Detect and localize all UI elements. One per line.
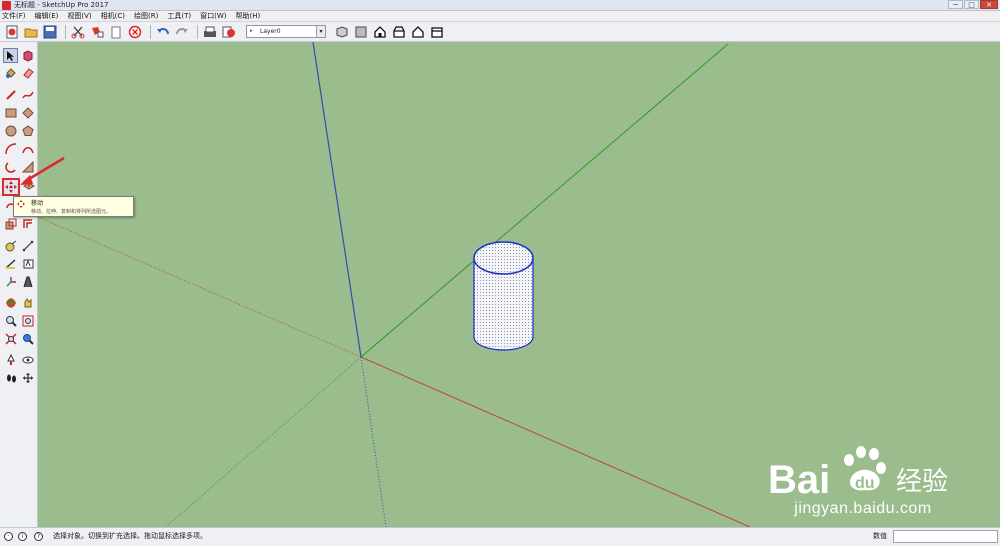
text-tool-icon[interactable] [20, 256, 35, 271]
tooltip-description: 移动、拉伸、复制和排列所选图元。 [31, 209, 112, 215]
minimize-button[interactable]: ─ [948, 0, 963, 9]
orbit-tool-icon[interactable] [3, 295, 18, 310]
offset-tool-icon[interactable] [20, 216, 35, 231]
layer-value: Layer0 [260, 28, 281, 35]
sketchup-app-icon [2, 1, 11, 10]
save-icon[interactable] [42, 24, 58, 40]
red-axis [360, 356, 751, 527]
menu-tools[interactable]: 工具(T) [167, 11, 191, 21]
svg-text:Bai: Bai [768, 458, 830, 500]
new-file-icon[interactable] [4, 24, 20, 40]
top-view-icon[interactable] [353, 24, 369, 40]
paste-icon[interactable] [108, 24, 124, 40]
annotation-arrow [20, 156, 65, 185]
look-around-icon[interactable] [20, 352, 35, 367]
3d-text-icon[interactable] [20, 274, 35, 289]
menu-edit[interactable]: 编辑(E) [35, 11, 59, 21]
pan-tool-icon[interactable] [20, 295, 35, 310]
cylinder[interactable] [473, 241, 534, 351]
iso-view-icon[interactable] [334, 24, 350, 40]
maximize-button[interactable]: □ [964, 0, 979, 9]
left-view-icon[interactable] [429, 24, 445, 40]
zoom-window-icon[interactable] [20, 313, 35, 328]
position-camera-icon[interactable] [3, 352, 18, 367]
freehand-tool-icon[interactable] [20, 87, 35, 102]
paint-bucket-icon[interactable] [3, 65, 18, 80]
blue-axis [312, 42, 362, 358]
select-tool-icon[interactable] [3, 48, 18, 63]
previous-view-icon[interactable] [20, 331, 35, 346]
menu-draw[interactable]: 绘图(R) [134, 11, 158, 21]
baidu-paw-logo: Bai du 经验 [768, 446, 948, 500]
main-toolbar: ▸ Layer0 ▾ [0, 22, 1000, 42]
pencil-icon: ▸ [250, 28, 253, 34]
tape-measure-icon[interactable] [3, 238, 18, 253]
measurements-label: 数值 [873, 532, 887, 540]
cylinder-top [473, 241, 534, 275]
make-component-icon[interactable] [20, 48, 35, 63]
zoom-tool-icon[interactable] [3, 313, 18, 328]
eraser-icon[interactable] [20, 65, 35, 80]
tooltip-title: 移动 [31, 200, 44, 207]
redo-icon[interactable] [174, 24, 190, 40]
status-message: 选择对象。切换到扩充选择。拖动鼠标选择多项。 [53, 532, 207, 540]
watermark-url: jingyan.baidu.com [794, 500, 932, 517]
window-title: 无标题 - SketchUp Pro 2017 [14, 1, 109, 9]
layer-dropdown[interactable]: ▸ Layer0 ▾ [246, 25, 326, 38]
right-view-icon[interactable] [391, 24, 407, 40]
rotated-rectangle-icon[interactable] [20, 105, 35, 120]
polygon-tool-icon[interactable] [20, 123, 35, 138]
circle-tool-icon[interactable] [3, 123, 18, 138]
walk-tool-icon[interactable] [3, 370, 18, 385]
window-controls: ─ □ ✕ [947, 0, 998, 10]
zoom-extents-icon[interactable] [3, 331, 18, 346]
front-view-icon[interactable] [372, 24, 388, 40]
model-info-icon[interactable] [221, 24, 237, 40]
measurements-input[interactable] [893, 530, 998, 543]
red-axis-negative [38, 216, 362, 358]
help-icon[interactable]: ? [34, 532, 43, 541]
large-tool-set [0, 42, 38, 527]
protractor-icon[interactable] [3, 256, 18, 271]
undo-icon[interactable] [155, 24, 171, 40]
print-icon[interactable] [202, 24, 218, 40]
credits-icon[interactable]: i [18, 532, 27, 541]
close-button[interactable]: ✕ [980, 0, 998, 9]
title-bar: 无标题 - SketchUp Pro 2017 ─ □ ✕ [0, 0, 1000, 11]
green-axis [360, 43, 729, 358]
rectangle-tool-icon[interactable] [3, 105, 18, 120]
dimension-tool-icon[interactable] [20, 238, 35, 253]
svg-text:经验: 经验 [896, 467, 948, 497]
chevron-down-icon[interactable]: ▾ [316, 26, 325, 37]
status-bar: · i ? 选择对象。切换到扩充选择。拖动鼠标选择多项。 数值 [0, 527, 1000, 546]
axes-tool-icon[interactable] [3, 274, 18, 289]
menu-bar: 文件(F) 编辑(E) 视图(V) 相机(C) 绘图(R) 工具(T) 窗口(W… [0, 11, 1000, 22]
move-icon [17, 200, 25, 208]
toolbar-separator [150, 24, 151, 39]
move-tooltip: 移动 移动、拉伸、复制和排列所选图元。 [13, 196, 134, 217]
svg-text:du: du [855, 475, 875, 492]
copy-icon[interactable] [89, 24, 105, 40]
menu-help[interactable]: 帮助(H) [235, 11, 260, 21]
line-tool-icon[interactable] [3, 87, 18, 102]
geo-location-icon[interactable]: · [4, 532, 13, 541]
back-view-icon[interactable] [410, 24, 426, 40]
menu-view[interactable]: 视图(V) [67, 11, 91, 21]
toolbar-separator [65, 24, 66, 39]
toolbar-separator [197, 24, 198, 39]
green-axis-negative [165, 356, 362, 527]
menu-file[interactable]: 文件(F) [2, 11, 26, 21]
section-plane-icon[interactable] [20, 370, 35, 385]
erase-icon[interactable] [127, 24, 143, 40]
cut-icon[interactable] [70, 24, 86, 40]
menu-camera[interactable]: 相机(C) [101, 11, 125, 21]
menu-window[interactable]: 窗口(W) [200, 11, 226, 21]
blue-axis-negative [360, 356, 387, 527]
scale-tool-icon[interactable] [3, 216, 18, 231]
open-folder-icon[interactable] [23, 24, 39, 40]
baidu-jingyan-watermark: Bai du 经验 jingyan.baidu.com [768, 440, 958, 520]
